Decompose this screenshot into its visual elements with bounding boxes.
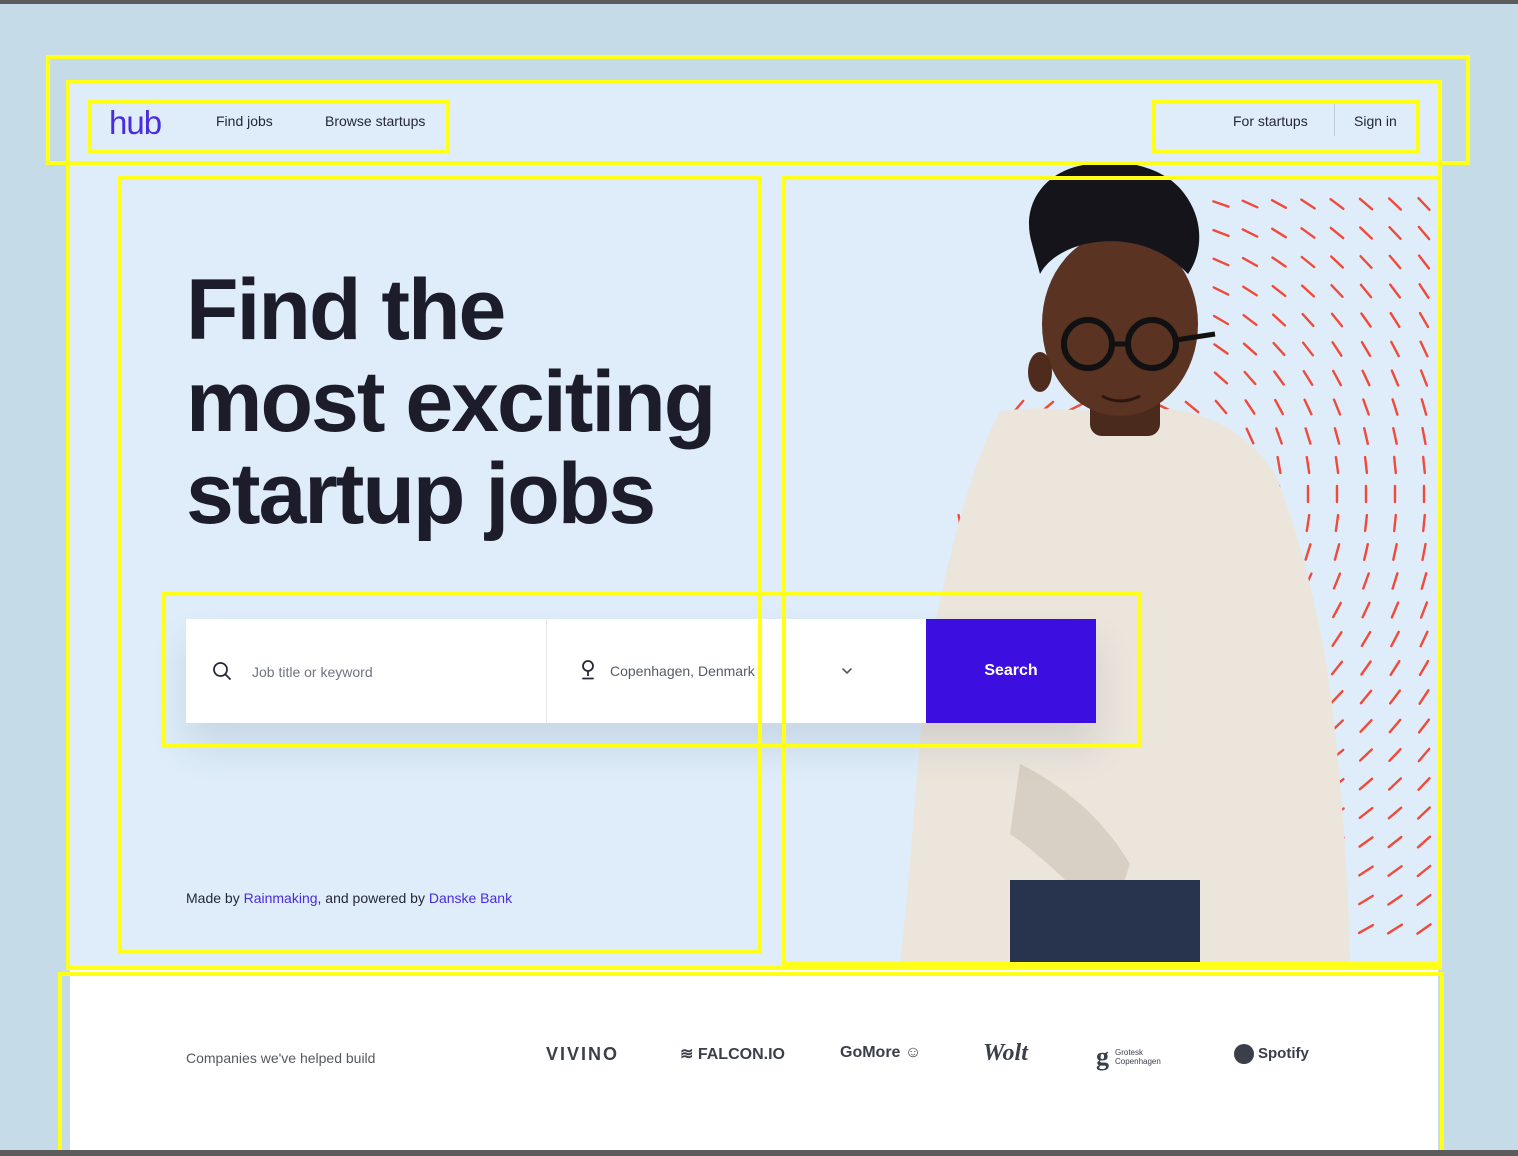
companies-label: Companies we've helped build [186,1050,376,1066]
hero-portrait-image [900,164,1432,962]
rainmaking-link[interactable]: Rainmaking [244,890,318,906]
nav-divider [1334,104,1335,136]
credit-middle: , and powered by [317,890,429,906]
credit-prefix: Made by [186,890,244,906]
location-pin-icon [582,660,594,680]
headline-line-2: most exciting [186,354,716,450]
location-value: Copenhagen, Denmark [610,663,755,679]
spotify-icon [1234,1044,1254,1064]
spotify-wordmark: Spotify [1258,1044,1309,1062]
grotesk-logo: g Grotesk Copenhagen [1096,1042,1161,1072]
hub-logo[interactable]: hub [109,104,162,142]
falcon-wing-icon: ≋ [680,1046,698,1063]
gomore-smile-icon: ☺ [904,1044,922,1061]
grotesk-name-line-1: Grotesk [1115,1048,1144,1057]
grotesk-name-line-2: Copenhagen [1115,1057,1161,1066]
grotesk-mark: g [1096,1042,1109,1071]
companies-strip: Companies we've helped build VIVINO ≋ FA… [70,966,1438,1150]
nav-for-startups[interactable]: For startups [1233,113,1308,129]
headline-line-1: Find the [186,262,506,358]
gomore-wordmark: GoMore [840,1044,901,1061]
keyword-input[interactable] [250,659,534,685]
hero-headline: Find the most exciting startup jobs [186,262,716,542]
wolt-logo: Wolt [983,1040,1028,1066]
falcon-wordmark: FALCON.IO [697,1046,785,1063]
job-search-form: Copenhagen, Denmark Search [186,619,1096,723]
keyword-field[interactable] [186,619,547,723]
nav-sign-in[interactable]: Sign in [1354,113,1397,129]
headline-line-3: startup jobs [186,446,656,542]
landing-page: hub Find jobs Browse startups For startu… [70,84,1438,1150]
spotify-logo: Spotify [1234,1044,1309,1064]
search-icon [213,662,231,680]
chevron-down-icon[interactable] [840,664,854,678]
gomore-logo: GoMore ☺ [840,1044,921,1062]
person-illustration [900,164,1350,962]
danske-bank-link[interactable]: Danske Bank [429,890,512,906]
window-top-edge [0,0,1518,4]
credit-line: Made by Rainmaking, and powered by Dansk… [186,890,512,906]
nav-browse-startups[interactable]: Browse startups [325,113,425,129]
search-button[interactable]: Search [926,619,1096,723]
nav-find-jobs[interactable]: Find jobs [216,113,273,129]
vivino-logo: VIVINO [546,1044,620,1064]
location-select[interactable]: Copenhagen, Denmark [546,619,926,723]
grotesk-name: Grotesk Copenhagen [1115,1048,1161,1066]
window-bottom-edge [0,1150,1518,1156]
falcon-logo: ≋ FALCON.IO [680,1044,785,1064]
